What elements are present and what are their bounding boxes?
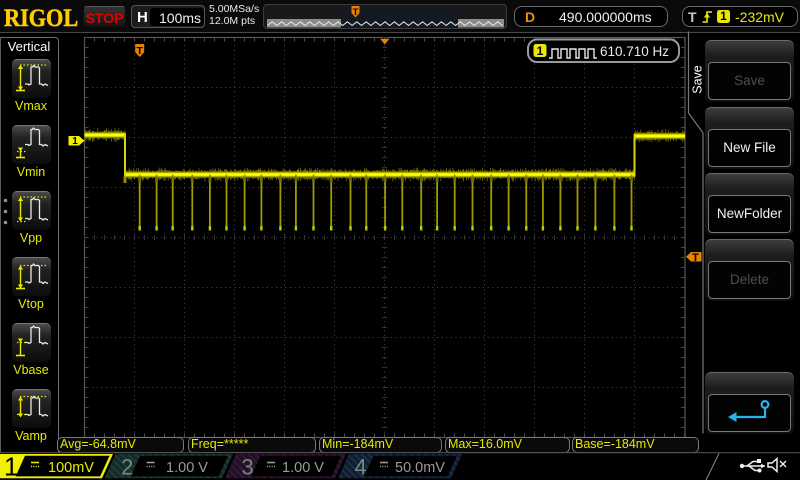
- svg-text:3: 3: [242, 455, 254, 480]
- svg-text:4: 4: [355, 455, 367, 480]
- svg-text:T: T: [353, 7, 359, 18]
- svg-text:1: 1: [4, 452, 18, 480]
- svg-text:2: 2: [121, 455, 133, 480]
- svg-text:1.00 V: 1.00 V: [282, 460, 324, 476]
- svg-text:50.0mV: 50.0mV: [395, 460, 445, 476]
- svg-text:100mV: 100mV: [48, 460, 94, 476]
- svg-text:1.00 V: 1.00 V: [166, 460, 208, 476]
